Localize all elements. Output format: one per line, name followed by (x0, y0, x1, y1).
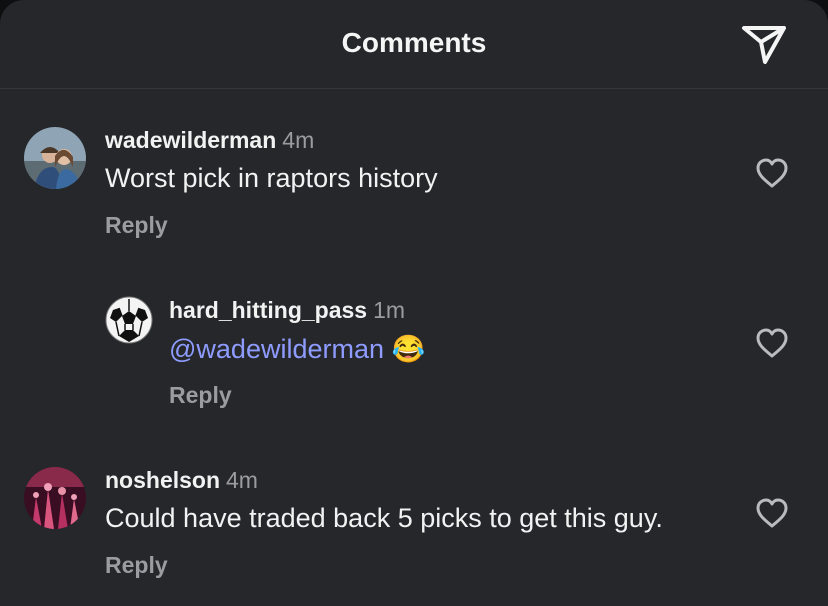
avatar[interactable] (24, 127, 86, 189)
send-icon[interactable] (740, 22, 788, 66)
avatar[interactable] (24, 467, 86, 529)
comment-username[interactable]: hard_hitting_pass (169, 297, 367, 323)
like-heart-icon[interactable] (755, 497, 789, 529)
comment-meta: hard_hitting_pass 1m (169, 297, 405, 324)
reply-button[interactable]: Reply (105, 212, 168, 239)
comment-text: Could have traded back 5 picks to get th… (105, 503, 663, 533)
page-title: Comments (341, 27, 487, 58)
avatar[interactable] (105, 296, 153, 344)
reply-button[interactable]: Reply (105, 552, 168, 579)
comment-text: @wadewilderman 😂 (169, 333, 425, 365)
comment-text: Worst pick in raptors history (105, 163, 438, 193)
comments-sheet: Comments wadewilderman 4m Worst pick in r… (0, 0, 828, 606)
comment-timestamp: 4m (226, 467, 258, 493)
comments-header: Comments (0, 0, 828, 89)
laughing-emoji-icon: 😂 (391, 334, 426, 364)
mention-link[interactable]: @wadewilderman (169, 334, 384, 364)
comment-meta: wadewilderman 4m (105, 127, 314, 154)
like-heart-icon[interactable] (755, 157, 789, 189)
like-heart-icon[interactable] (755, 327, 789, 359)
comment-username[interactable]: wadewilderman (105, 127, 276, 153)
comment-username[interactable]: noshelson (105, 467, 220, 493)
comment-meta: noshelson 4m (105, 467, 258, 494)
comment-timestamp: 4m (282, 127, 315, 153)
comment-timestamp: 1m (373, 297, 406, 323)
reply-button[interactable]: Reply (169, 382, 232, 409)
